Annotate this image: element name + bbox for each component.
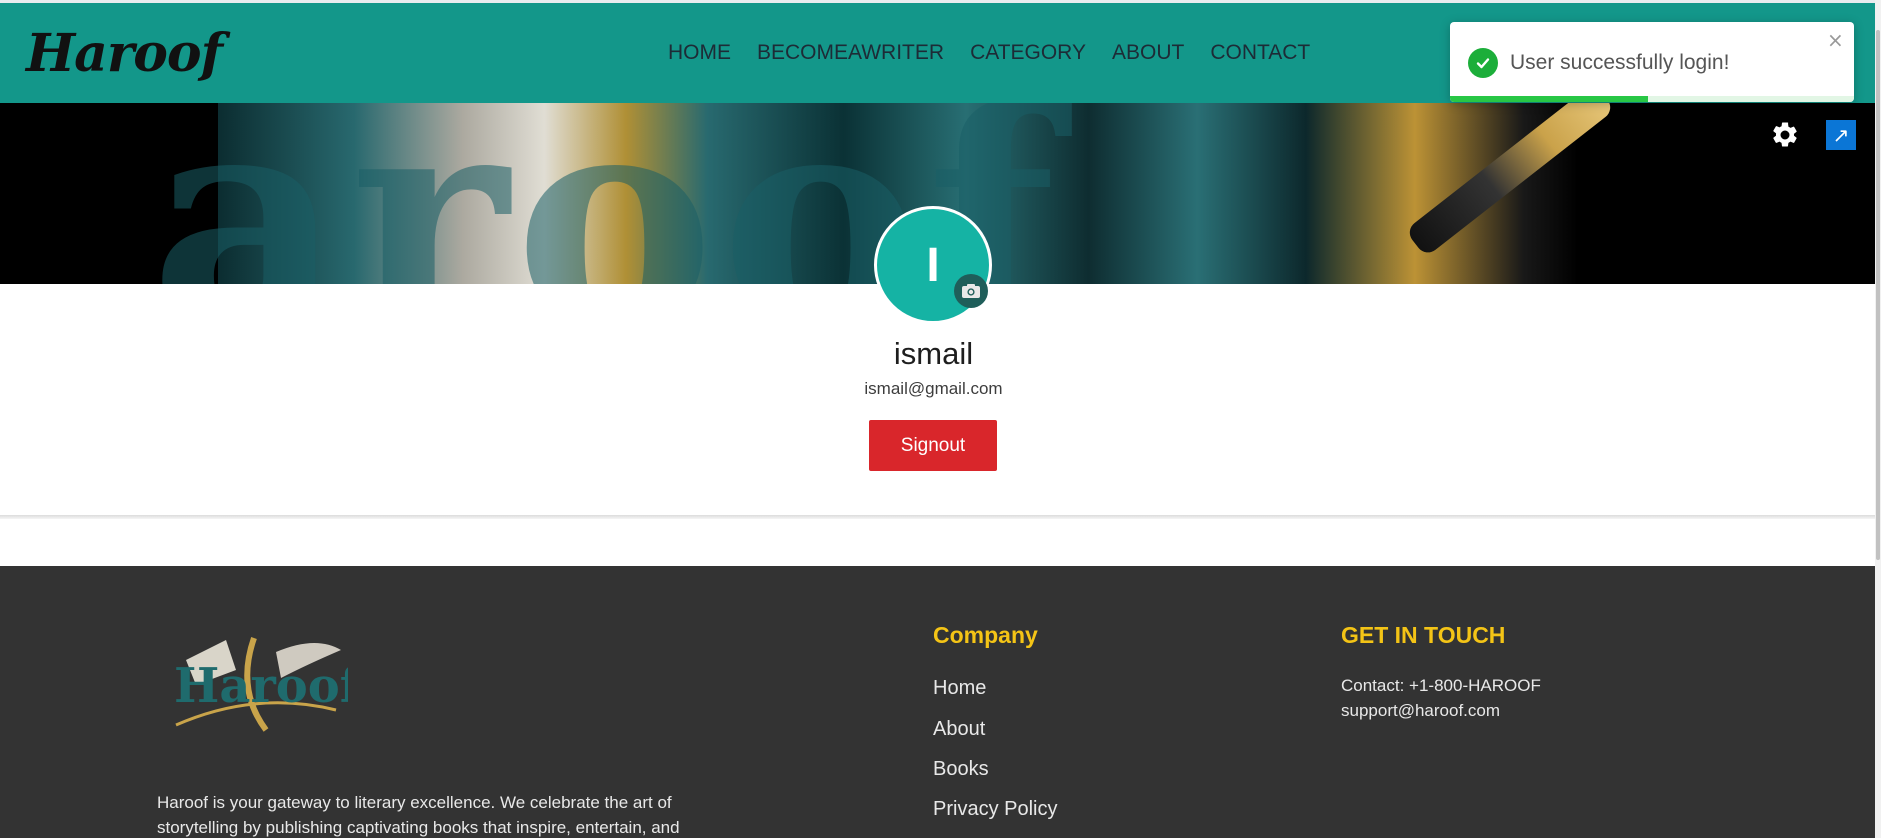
toast-notification: User successfully login! × xyxy=(1450,22,1854,102)
footer-company-heading: Company xyxy=(933,622,1038,648)
nav-link-about[interactable]: ABOUT xyxy=(1112,41,1184,65)
profile-email: ismail@gmail.com xyxy=(864,379,1003,398)
toast-progress-bar xyxy=(1450,96,1648,102)
footer-contact-phone: Contact: +1-800-HAROOF xyxy=(1341,676,1541,695)
footer-link-books[interactable]: Books xyxy=(933,758,989,781)
footer-link-about[interactable]: About xyxy=(933,718,985,741)
footer-about-text: Haroof is your gateway to literary excel… xyxy=(157,793,680,837)
check-circle-icon xyxy=(1468,48,1498,78)
expand-icon[interactable]: ↗ xyxy=(1826,120,1856,150)
camera-icon[interactable] xyxy=(954,274,988,308)
footer-link-home[interactable]: Home xyxy=(933,677,986,700)
avatar-initial: I xyxy=(926,238,940,292)
nav-link-category[interactable]: CATEGORY xyxy=(970,41,1086,65)
footer-contact-email[interactable]: support@haroof.com xyxy=(1341,701,1500,721)
toast-message: User successfully login! xyxy=(1510,51,1730,74)
nav-link-contact[interactable]: CONTACT xyxy=(1210,41,1310,65)
footer-contact-heading: GET IN TOUCH xyxy=(1341,622,1506,648)
footer-link-privacy-policy[interactable]: Privacy Policy xyxy=(933,798,1057,821)
svg-text:Haroof: Haroof xyxy=(174,658,348,714)
close-icon[interactable]: × xyxy=(1827,28,1844,52)
signout-button[interactable]: Signout xyxy=(869,420,997,471)
profile-name: ismail xyxy=(893,336,974,371)
nav-link-becomeawriter[interactable]: BECOMEAWRITER xyxy=(757,41,944,65)
scrollbar-thumb[interactable] xyxy=(1876,30,1880,560)
nav-links: HOME BECOMEAWRITER CATEGORY ABOUT CONTAC… xyxy=(668,41,1310,65)
section-divider xyxy=(0,515,1875,519)
site-logo[interactable]: Haroof xyxy=(26,23,223,84)
footer-logo[interactable]: Haroof xyxy=(166,630,364,740)
nav-link-home[interactable]: HOME xyxy=(668,41,731,65)
gear-icon[interactable] xyxy=(1770,120,1800,150)
